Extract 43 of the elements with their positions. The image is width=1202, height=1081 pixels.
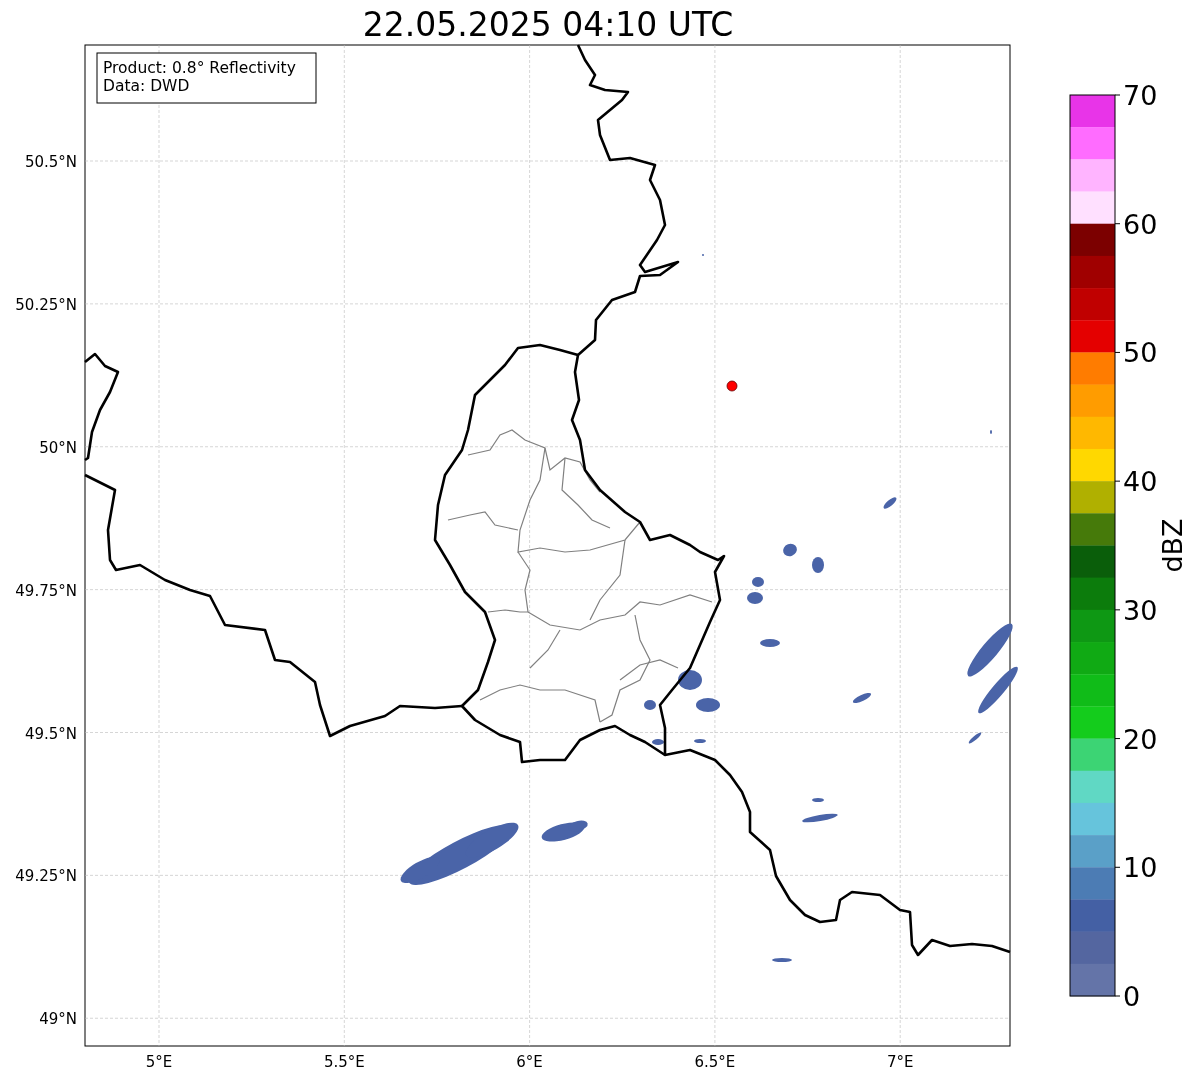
radar-echo — [812, 798, 824, 802]
axis-tick-label: 6.5°E — [694, 1053, 736, 1071]
radar-echo — [644, 700, 656, 710]
radar-echo — [694, 739, 706, 743]
colorbar-label: dBZ — [1157, 518, 1188, 573]
colorbar-tick-label: 70 — [1123, 80, 1158, 111]
axis-tick-label: 5°E — [145, 1053, 173, 1071]
axis-tick-label: 49.75°N — [15, 581, 77, 600]
axis-tick-label: 6°E — [516, 1053, 543, 1071]
radar-echo — [967, 623, 1013, 677]
axis-tick-label: 49.5°N — [24, 724, 77, 743]
colorbar-tick-label: 50 — [1123, 337, 1158, 369]
radar-echo — [652, 739, 664, 745]
radar-echo — [747, 592, 763, 604]
axis-tick-label: 49°N — [39, 1010, 77, 1029]
location-marker — [726, 380, 738, 392]
radar-echo — [883, 497, 897, 509]
radar-echo — [783, 543, 797, 557]
radar-echo — [772, 958, 792, 962]
colorbar-tick-label: 40 — [1123, 466, 1158, 498]
colorbar-tick-label: 60 — [1123, 208, 1158, 240]
radar-echo — [852, 693, 872, 703]
radar-echo — [812, 557, 824, 573]
radar-echo — [678, 670, 702, 690]
radar-echo — [696, 698, 720, 712]
colorbar-tick-label: 10 — [1123, 852, 1158, 884]
colorbar-tick-label: 30 — [1123, 594, 1158, 626]
axis-tick-label: 49.25°N — [15, 867, 77, 886]
radar-echo — [752, 577, 764, 587]
axis-tick-label: 5.5°E — [323, 1053, 365, 1071]
info-text: Data: DWD — [103, 77, 190, 95]
axis-tick-label: 50°N — [39, 438, 77, 457]
radar-echo — [802, 813, 838, 823]
chart-title: 22.05.2025 04:10 UTC — [361, 6, 735, 44]
axis-tick-label: 7°E — [886, 1053, 914, 1071]
radar-echo — [968, 732, 982, 744]
axis-tick-label: 50.25°N — [15, 295, 77, 314]
colorbar-tick-label: 0 — [1123, 981, 1141, 1012]
radar-echo — [760, 639, 780, 647]
axis-tick-label: 50.5°N — [24, 153, 77, 171]
radar-echo — [978, 666, 1018, 714]
colorbar-tick-label: 20 — [1123, 723, 1158, 755]
info-text: Product: 0.8° Reflectivity — [103, 59, 296, 77]
